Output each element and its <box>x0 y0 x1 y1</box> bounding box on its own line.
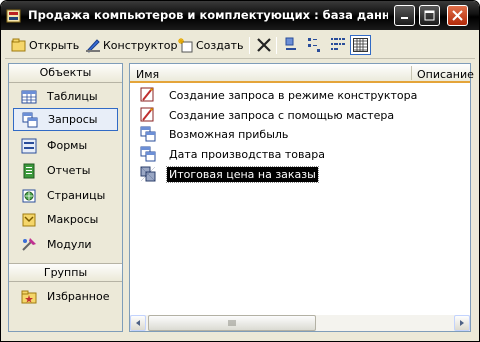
minimize-button[interactable] <box>394 5 415 26</box>
list-item-label: Создание запроса в режиме конструктора <box>169 88 418 102</box>
objects-item-macros[interactable]: Макросы <box>13 208 118 231</box>
objects-item-label: Страницы <box>47 189 106 202</box>
design-icon <box>86 39 100 53</box>
design-label: Конструктор <box>103 38 178 52</box>
minimize-icon <box>401 17 408 19</box>
list-item[interactable]: Создание запроса с помощью мастера <box>140 106 394 124</box>
wizard-icon <box>140 107 154 122</box>
scrollbar-thumb[interactable] <box>148 315 316 331</box>
module-icon <box>22 237 36 251</box>
page-icon <box>22 189 36 202</box>
list-item[interactable]: Создание запроса в режиме конструктора <box>140 86 417 104</box>
query-icon <box>22 112 38 127</box>
window-title: Продажа компьютеров и комплектующих : ба… <box>28 8 388 22</box>
details-view-icon <box>353 38 368 52</box>
groups-item-label: Избранное <box>47 290 110 303</box>
table-icon <box>21 90 37 103</box>
column-name-header[interactable]: Имя <box>136 68 159 81</box>
list-item[interactable]: Возможная прибыль <box>140 125 288 143</box>
query-icon <box>140 166 156 182</box>
delete-icon[interactable] <box>256 37 272 53</box>
objects-item-label: Модули <box>47 238 92 251</box>
small-icons-icon[interactable] <box>307 37 323 53</box>
report-icon <box>23 163 35 178</box>
objects-item-queries[interactable]: Запросы <box>13 108 118 131</box>
favorites-folder-icon <box>21 290 37 303</box>
list-view-icon[interactable] <box>330 37 346 53</box>
database-window: Продажа компьютеров и комплектующих : ба… <box>0 0 480 342</box>
open-label: Открыть <box>29 38 80 52</box>
grip-icon <box>228 320 236 326</box>
details-view-button[interactable] <box>350 35 371 55</box>
list-item-label: Итоговая цена на заказы <box>166 165 319 183</box>
groups-header[interactable]: Группы <box>9 263 122 282</box>
arrow-right-icon <box>460 320 464 326</box>
title-bar[interactable]: Продажа компьютеров и комплектующих : ба… <box>1 1 479 30</box>
objects-item-tables[interactable]: Таблицы <box>13 85 118 108</box>
macro-icon <box>22 213 36 226</box>
maximize-icon <box>424 10 435 21</box>
scroll-left-button[interactable] <box>130 315 146 331</box>
objects-list: Имя Описание Создание запроса в режиме к… <box>129 63 474 332</box>
objects-item-pages[interactable]: Страницы <box>13 184 118 207</box>
create-label: Создать <box>196 38 244 52</box>
objects-item-reports[interactable]: Отчеты <box>13 159 118 182</box>
open-icon <box>11 38 26 52</box>
list-item-selected[interactable]: Итоговая цена на заказы <box>140 165 319 183</box>
create-button[interactable]: Создать <box>178 35 244 55</box>
toolbar-separator <box>276 37 277 54</box>
objects-item-label: Отчеты <box>47 164 91 177</box>
objects-item-label: Формы <box>47 139 88 152</box>
toolbar-separator <box>249 37 250 54</box>
form-icon <box>21 138 37 153</box>
list-item-label: Создание запроса с помощью мастера <box>169 108 395 122</box>
open-button[interactable]: Открыть <box>11 35 79 55</box>
groups-item-favorites[interactable]: Избранное <box>13 285 118 308</box>
objects-header[interactable]: Объекты <box>9 64 122 83</box>
design-button[interactable]: Конструктор <box>85 35 177 55</box>
large-icons-icon[interactable] <box>283 37 299 53</box>
close-icon <box>452 10 463 21</box>
objects-item-label: Макросы <box>47 213 99 226</box>
wizard-icon <box>140 87 154 102</box>
column-description-header[interactable]: Описание <box>417 68 474 81</box>
objects-item-modules[interactable]: Модули <box>13 233 118 256</box>
arrow-left-icon <box>136 320 140 326</box>
scroll-right-button[interactable] <box>454 315 470 331</box>
horizontal-scrollbar[interactable] <box>130 315 470 331</box>
new-icon <box>178 38 193 53</box>
list-item[interactable]: Дата производства товара <box>140 145 325 163</box>
query-icon <box>140 146 156 162</box>
close-button[interactable] <box>447 5 468 26</box>
objects-pane: Объекты Таблицы Запросы Формы Отчеты Стр… <box>8 63 123 332</box>
maximize-button[interactable] <box>419 5 440 26</box>
toolbar: Открыть Конструктор Создать <box>5 32 475 59</box>
list-item-label: Возможная прибыль <box>169 127 289 141</box>
objects-item-label: Запросы <box>48 113 98 126</box>
objects-item-forms[interactable]: Формы <box>13 134 118 157</box>
access-app-icon <box>6 9 21 23</box>
objects-item-label: Таблицы <box>47 90 98 103</box>
query-icon <box>140 126 156 142</box>
list-column-header: Имя Описание <box>130 64 474 83</box>
list-item-label: Дата производства товара <box>169 147 325 161</box>
column-divider[interactable] <box>411 66 412 80</box>
